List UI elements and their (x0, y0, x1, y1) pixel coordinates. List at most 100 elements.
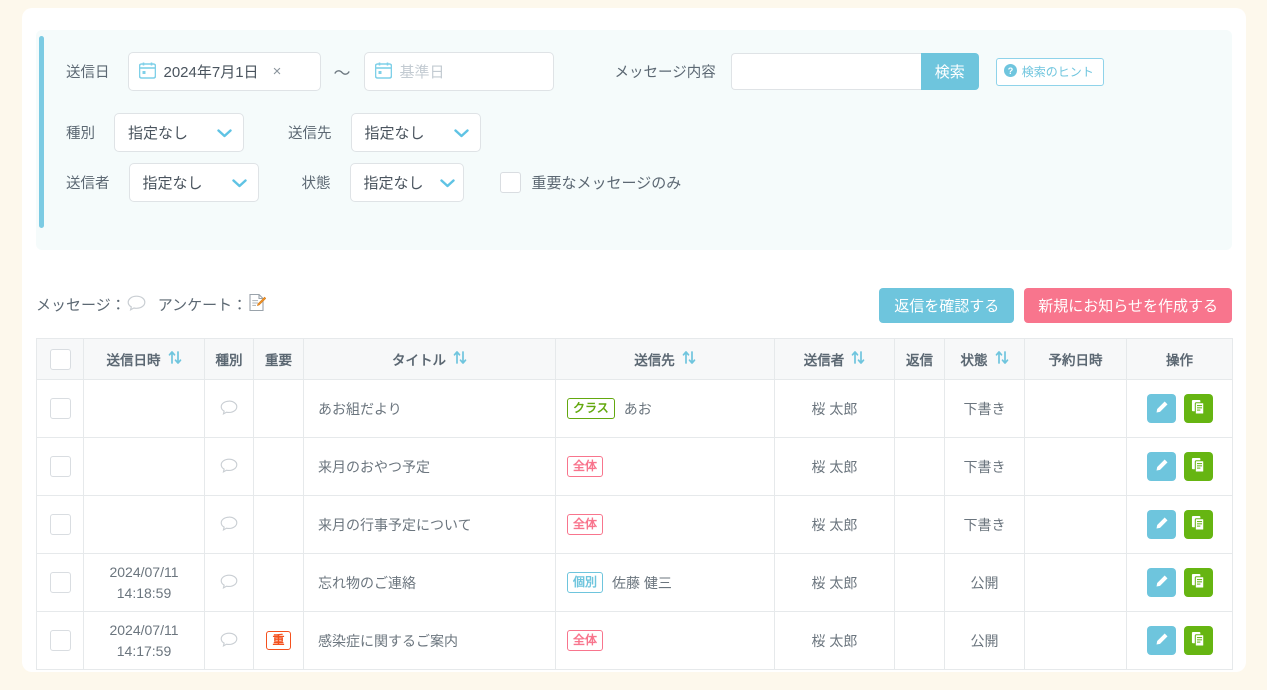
table-row[interactable]: 来月の行事予定について 全体 桜 太郎 下書き (36, 495, 1233, 554)
type-cell (204, 437, 254, 496)
speech-bubble-icon (220, 632, 238, 650)
destination-name: 佐藤 健三 (612, 574, 672, 591)
row-checkbox[interactable] (49, 456, 71, 477)
edit-button[interactable] (1146, 626, 1176, 655)
row-select-cell (36, 437, 84, 496)
edit-button[interactable] (1146, 568, 1176, 597)
reply-cell (894, 379, 945, 438)
destination-badge: 全体 (567, 630, 604, 651)
message-body-label: メッセージ内容 (614, 65, 716, 81)
search-button[interactable]: 検索 (920, 53, 979, 90)
duplicate-button[interactable] (1183, 510, 1213, 539)
pencil-icon (1154, 632, 1169, 650)
send-date-from-value: 2024年7月1日 (163, 64, 259, 81)
row-checkbox[interactable] (49, 514, 71, 535)
title-cell[interactable]: 感染症に関するご案内 (303, 611, 556, 670)
th-sender[interactable]: 送信者 (774, 338, 895, 380)
title-cell[interactable]: 来月のおやつ予定 (303, 437, 556, 496)
row-checkbox[interactable] (49, 630, 71, 651)
send-date-clear-button[interactable]: × (273, 64, 282, 79)
th-sent-at-label: 送信日時 (106, 353, 161, 368)
calendar-icon (374, 62, 392, 82)
message-search-group: 検索 (730, 53, 979, 90)
row-checkbox[interactable] (49, 398, 71, 419)
sort-icon[interactable] (851, 349, 865, 369)
duplicate-button[interactable] (1183, 626, 1213, 655)
sent-at-cell (83, 495, 205, 554)
sort-icon[interactable] (995, 349, 1009, 369)
status-select[interactable]: 指定なし (349, 163, 464, 202)
sender-select[interactable]: 指定なし (128, 163, 259, 202)
operations-cell (1126, 437, 1233, 496)
th-status[interactable]: 状態 (944, 338, 1025, 380)
page-card: 送信日 2024年7月1日 × ～ 基準日 メッセージ内容 検索 ? 検索のヒン… (22, 8, 1246, 672)
type-select[interactable]: 指定なし (114, 113, 244, 152)
row-select-cell (36, 379, 84, 438)
action-buttons: 返信を確認する 新規にお知らせを作成する (879, 288, 1232, 323)
destination-cell: 個別 佐藤 健三 (555, 553, 775, 612)
th-operations: 操作 (1126, 338, 1233, 380)
duplicate-button[interactable] (1183, 394, 1213, 423)
destination-cell: 全体 (555, 611, 775, 670)
table-row[interactable]: 2024/07/11 14:18:59 忘れ物のご連絡 個別 佐藤 健三桜 太郎 公開 (36, 553, 1233, 612)
scheduled-cell (1024, 553, 1127, 612)
sender-cell: 桜 太郎 (774, 495, 895, 554)
row-select-cell (36, 611, 84, 670)
row-checkbox[interactable] (49, 572, 71, 593)
sort-icon[interactable] (453, 349, 467, 369)
message-search-input[interactable] (730, 53, 921, 90)
send-date-label: 送信日 (66, 65, 110, 81)
reply-cell (894, 437, 945, 496)
pencil-icon (1154, 516, 1169, 534)
table-row[interactable]: 来月のおやつ予定 全体 桜 太郎 下書き (36, 437, 1233, 496)
table-header-row: 送信日時 種別 重要 タイトル 送信先 送信者 返信 状態 予約日時 操作 (36, 338, 1233, 380)
speech-bubble-icon (220, 400, 238, 418)
th-sent-at[interactable]: 送信日時 (83, 338, 205, 380)
duplicate-icon (1191, 515, 1206, 534)
title-cell[interactable]: あお組だより (303, 379, 556, 438)
sender-cell: 桜 太郎 (774, 379, 895, 438)
duplicate-button[interactable] (1183, 568, 1213, 597)
speech-bubble-icon (220, 458, 238, 476)
sent-at-date: 2024/07/11 (109, 564, 179, 581)
sort-icon[interactable] (168, 349, 182, 369)
scheduled-cell (1024, 611, 1127, 670)
status-cell: 下書き (944, 437, 1025, 496)
destination-cell: クラス あお (555, 379, 775, 438)
table-row[interactable]: あお組だより クラス あお桜 太郎 下書き (36, 379, 1233, 438)
filter-row-type: 種別 指定なし 送信先 指定なし (66, 113, 481, 152)
th-important: 重要 (253, 338, 304, 380)
th-destination-label: 送信先 (634, 353, 675, 368)
th-title-label: タイトル (392, 353, 446, 368)
destination-select[interactable]: 指定なし (350, 113, 481, 152)
title-cell[interactable]: 忘れ物のご連絡 (303, 553, 556, 612)
legend: メッセージ： アンケート： (36, 293, 270, 315)
important-only-checkbox[interactable]: 重要なメッセージのみ (499, 172, 682, 193)
search-hint-button[interactable]: ? 検索のヒント (995, 57, 1104, 86)
important-only-label: 重要なメッセージのみ (531, 175, 682, 192)
th-type: 種別 (204, 338, 254, 380)
send-date-to-input[interactable]: 基準日 (363, 52, 554, 91)
scheduled-cell (1024, 495, 1127, 554)
create-notice-button[interactable]: 新規にお知らせを作成する (1024, 288, 1232, 323)
select-all-checkbox[interactable] (49, 348, 71, 370)
table-row[interactable]: 2024/07/11 14:17:59 重感染症に関するご案内 全体 桜 太郎 公開 (36, 611, 1233, 670)
sort-icon[interactable] (682, 349, 696, 369)
edit-button[interactable] (1146, 394, 1176, 423)
th-select-all (36, 338, 84, 380)
date-range-separator: ～ (333, 64, 351, 83)
th-title[interactable]: タイトル (303, 338, 556, 380)
duplicate-button[interactable] (1183, 452, 1213, 481)
type-cell (204, 379, 254, 438)
status-cell: 公開 (944, 553, 1025, 612)
th-type-label: 種別 (215, 353, 243, 368)
destination-name: あお (623, 400, 652, 417)
status-cell: 下書き (944, 495, 1025, 554)
send-date-from-input[interactable]: 2024年7月1日 × (127, 52, 321, 91)
title-cell[interactable]: 来月の行事予定について (303, 495, 556, 554)
pencil-icon (1154, 574, 1169, 592)
check-replies-button[interactable]: 返信を確認する (879, 288, 1015, 323)
edit-button[interactable] (1146, 510, 1176, 539)
edit-button[interactable] (1146, 452, 1176, 481)
th-destination[interactable]: 送信先 (555, 338, 775, 380)
